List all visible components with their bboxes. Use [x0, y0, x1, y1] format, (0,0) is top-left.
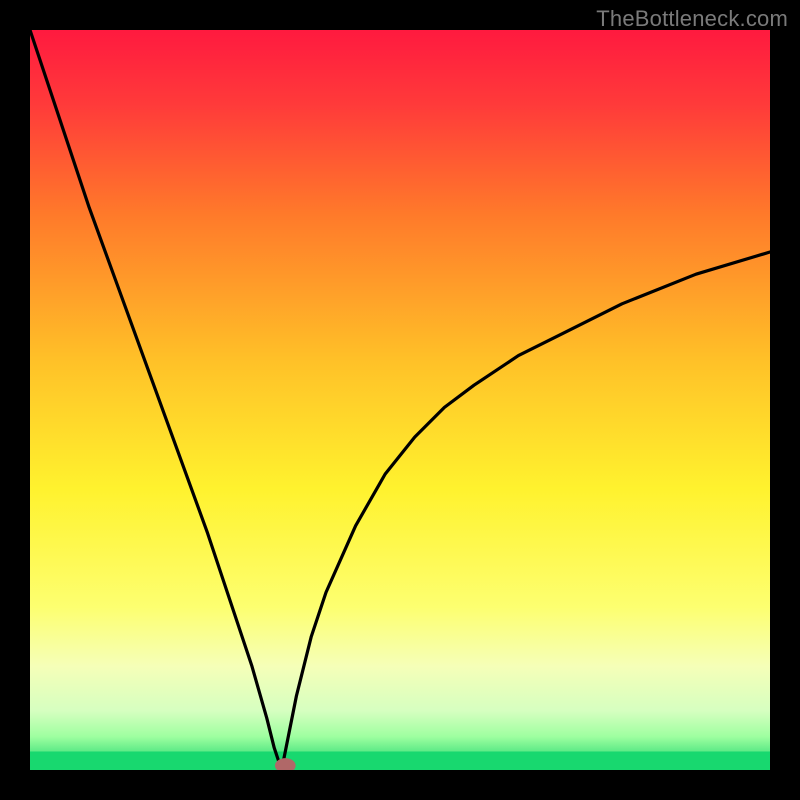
green-baseline-band	[30, 752, 770, 771]
chart-svg	[30, 30, 770, 770]
chart-frame: TheBottleneck.com	[0, 0, 800, 800]
gradient-background	[30, 30, 770, 770]
watermark-text: TheBottleneck.com	[596, 6, 788, 32]
